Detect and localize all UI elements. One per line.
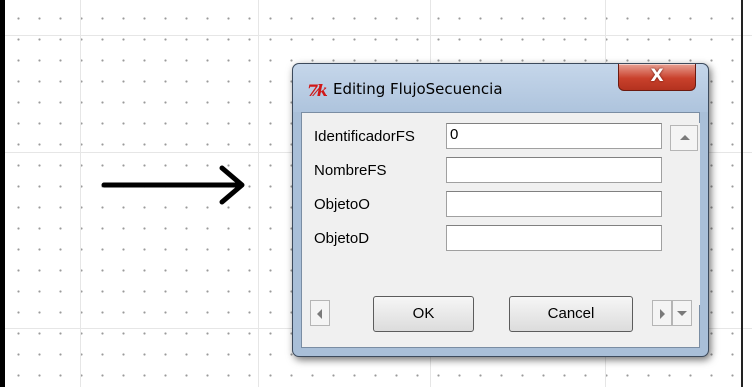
chevron-right-icon — [660, 309, 665, 319]
edit-dialog: 7⁄k Editing FlujoSecuencia X Identificad… — [292, 63, 709, 357]
chevron-down-icon — [677, 311, 687, 316]
field-label: ObjetoO — [314, 196, 370, 213]
grid-line — [258, 0, 259, 387]
chevron-left-icon — [317, 309, 322, 319]
field-label: IdentificadorFS — [314, 128, 415, 145]
grid-line — [80, 0, 81, 387]
right-arrow-icon[interactable] — [100, 160, 250, 210]
nombrefs-input[interactable] — [446, 157, 662, 183]
canvas-right-border — [741, 0, 743, 387]
field-label: NombreFS — [314, 162, 387, 179]
objetoo-input[interactable] — [446, 191, 662, 217]
horizontal-scrollbar[interactable] — [310, 300, 703, 328]
objetod-input[interactable] — [446, 225, 662, 251]
identificadorfs-input[interactable]: 0 — [446, 123, 662, 149]
canvas-left-border — [0, 0, 5, 387]
dialog-titlebar[interactable]: 7⁄k Editing FlujoSecuencia X — [293, 64, 708, 112]
dialog-body: IdentificadorFS 0 NombreFS ObjetoO Objet… — [301, 112, 700, 348]
ok-button[interactable]: OK — [373, 296, 474, 332]
field-list: IdentificadorFS 0 NombreFS ObjetoO Objet… — [310, 120, 703, 305]
cancel-button[interactable]: Cancel — [509, 296, 633, 332]
scroll-left-button[interactable] — [310, 300, 330, 326]
vertical-scrollbar[interactable] — [666, 123, 700, 305]
dialog-title: Editing FlujoSecuencia — [333, 80, 503, 98]
scroll-up-button[interactable] — [670, 125, 698, 151]
tk-feather-icon: 7⁄k — [307, 81, 328, 100]
chevron-up-icon — [680, 135, 690, 140]
field-label: ObjetoD — [314, 230, 370, 247]
grid-line — [0, 35, 752, 36]
scroll-down-button[interactable] — [672, 300, 692, 326]
close-icon: X — [650, 66, 664, 86]
scroll-right-button[interactable] — [652, 300, 672, 326]
close-button[interactable]: X — [618, 64, 696, 91]
